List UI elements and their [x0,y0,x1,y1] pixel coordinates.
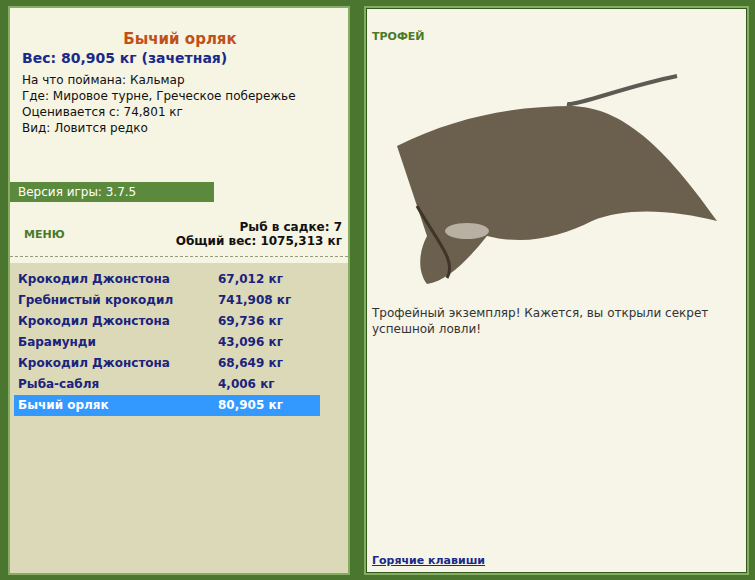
trophy-message: Трофейный экземпляр! Кажется, вы открыли… [372,305,741,553]
menu-button[interactable]: МЕНЮ [24,228,65,241]
fish-detail: Где: Мировое турне, Греческое побережье [22,88,338,104]
game-window: Бычий орляк Вес: 80,905 кг (зачетная) На ч… [0,0,755,580]
catch-row[interactable]: Рыба-сабля4,006 кг [14,374,320,395]
catch-row[interactable]: Крокодил Джонстона67,012 кг [14,269,320,290]
menu-row: МЕНЮ Рыб в садке: 7Общий вес: 1075,313 кг [10,202,348,257]
catch-row[interactable]: Крокодил Джонстона69,736 кг [14,311,320,332]
catch-row[interactable]: Барамунди43,096 кг [14,332,320,353]
fish-info: Бычий орляк Вес: 80,905 кг (зачетная) На ч… [10,8,348,180]
fish-detail: Вид: Ловится редко [22,120,338,136]
fish-image-box [372,43,741,293]
trophy-label: ТРОФЕЙ [372,30,741,43]
version-bar: Версия игры: 3.7.5 [10,182,214,202]
hotkeys-link[interactable]: Горячие клавиши [372,554,485,567]
catch-list: Крокодил Джонстона67,012 кгГребнистый кр… [10,263,348,573]
fish-image [377,46,737,291]
left-panel: Бычий орляк Вес: 80,905 кг (зачетная) На ч… [8,6,350,575]
catch-row[interactable]: Гребнистый крокодил741,908 кг [14,290,320,311]
keepnet-summary: Рыб в садке: 7Общий вес: 1075,313 кг [176,220,342,248]
fish-name: Бычий орляк [22,30,338,48]
catch-row[interactable]: Бычий орляк80,905 кг [14,395,320,416]
menu-section: Версия игры: 3.7.5 МЕНЮ Рыб в садке: 7Общи… [10,180,348,263]
right-panel: ТРОФЕЙ Трофейный экземпляр! Кажется, вы о… [364,6,749,575]
catch-row[interactable]: Крокодил Джонстона68,649 кг [14,353,320,374]
fish-weight: Вес: 80,905 кг (зачетная) [22,50,338,66]
fish-detail: На что поймана: Кальмар [22,72,338,88]
fish-detail: Оценивается с: 74,801 кг [22,104,338,120]
